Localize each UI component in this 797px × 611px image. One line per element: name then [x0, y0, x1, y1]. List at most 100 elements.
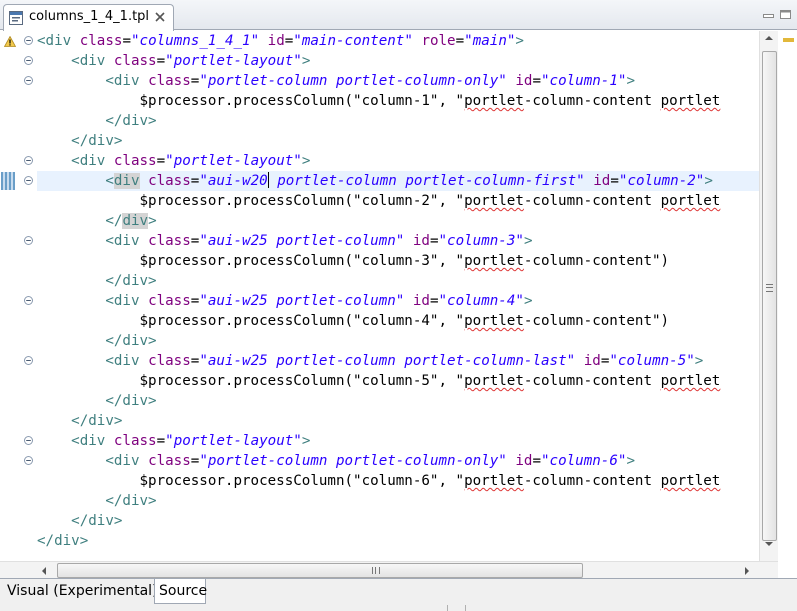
- collapse-icon[interactable]: [24, 156, 33, 165]
- code-token: "aui-w25 portlet-column portlet-column-l…: [199, 353, 576, 369]
- source-editor[interactable]: <div class="columns_1_4_1" id="main-cont…: [0, 31, 797, 578]
- code-token: =: [122, 33, 131, 49]
- code-token: class: [79, 33, 123, 49]
- vertical-scroll-thumb[interactable]: [762, 51, 777, 541]
- code-token: <div: [71, 433, 106, 449]
- code-token: <div: [37, 33, 72, 49]
- code-line[interactable]: </div>: [37, 391, 759, 411]
- code-line[interactable]: </div>: [37, 111, 759, 131]
- code-line[interactable]: </div>: [37, 411, 759, 431]
- code-token: class: [148, 173, 191, 189]
- horizontal-scrollbar[interactable]: [0, 561, 778, 578]
- code-token: $processor.processColumn("column-1", ": [139, 93, 465, 109]
- collapse-icon[interactable]: [24, 456, 33, 465]
- code-token: -column-content: [523, 473, 661, 489]
- code-line[interactable]: <div class="aui-w25 portlet-column" id="…: [37, 231, 759, 251]
- code-line[interactable]: $processor.processColumn("column-5", "po…: [37, 371, 759, 391]
- warning-overview-marker[interactable]: [783, 38, 794, 42]
- code-token: </: [105, 213, 123, 229]
- spelling-error: portlet: [660, 373, 721, 389]
- code-token: =: [455, 33, 465, 49]
- spelling-error: portlet: [464, 313, 524, 329]
- code-token: "column-1": [541, 73, 627, 89]
- code-line[interactable]: </div>: [37, 531, 759, 551]
- code-token: "column-2": [618, 173, 705, 189]
- code-token: </div>: [71, 413, 123, 429]
- warning-icon[interactable]: [4, 36, 16, 47]
- code-token: $processor.processColumn("column-2", ": [139, 193, 465, 209]
- code-token: id: [412, 293, 430, 309]
- horizontal-scroll-thumb[interactable]: [57, 563, 583, 578]
- code-line[interactable]: $processor.processColumn("column-1", "po…: [37, 91, 759, 111]
- code-line[interactable]: $processor.processColumn("column-6", "po…: [37, 471, 759, 491]
- collapse-icon[interactable]: [24, 56, 33, 65]
- code-line[interactable]: </div>: [37, 131, 759, 151]
- code-token: "portlet-layout": [165, 53, 302, 69]
- scroll-up-icon[interactable]: [764, 35, 774, 41]
- collapse-icon[interactable]: [24, 356, 33, 365]
- collapse-icon[interactable]: [24, 76, 33, 85]
- code-token: "column-6": [541, 453, 627, 469]
- scroll-left-icon[interactable]: [41, 566, 47, 576]
- spelling-error: portlet: [464, 193, 524, 209]
- collapse-icon[interactable]: [24, 296, 33, 305]
- code-token: "column-4": [438, 293, 524, 309]
- collapse-icon[interactable]: [24, 236, 33, 245]
- code-token: "portlet-column portlet-column-only": [199, 73, 507, 89]
- maximize-icon[interactable]: [779, 9, 792, 20]
- collapse-icon[interactable]: [24, 436, 33, 445]
- editor-tab[interactable]: columns_1_4_1.tpl: [3, 4, 174, 31]
- vertical-scrollbar[interactable]: [759, 31, 778, 561]
- spelling-error: portlet: [464, 93, 524, 109]
- code-token: $processor.processColumn("column-6", ": [139, 473, 465, 489]
- code-token: class: [113, 433, 157, 449]
- overview-ruler: [779, 31, 797, 578]
- scroll-right-icon[interactable]: [744, 566, 750, 576]
- tab-source[interactable]: Source: [154, 579, 207, 604]
- code-line[interactable]: </div>: [37, 331, 759, 351]
- code-token: <div: [105, 453, 140, 469]
- code-token: >: [148, 213, 157, 229]
- collapse-icon[interactable]: [24, 36, 33, 45]
- code-line[interactable]: <div class = "portlet-column portlet-colum…: [37, 451, 759, 471]
- code-line[interactable]: <div class="aui-w25 portlet-column portl…: [37, 351, 759, 371]
- spelling-error: portlet: [464, 473, 524, 489]
- code-line[interactable]: <div class="aui-w25 portlet-column" id="…: [37, 291, 759, 311]
- code-line[interactable]: </div>: [37, 211, 759, 231]
- scroll-down-icon[interactable]: [764, 541, 774, 547]
- code-line[interactable]: <div class="portlet-layout">: [37, 51, 759, 71]
- code-line[interactable]: <div class = "portlet-column portlet-colum…: [37, 71, 759, 91]
- code-line[interactable]: </div>: [37, 511, 759, 531]
- tab-visual[interactable]: Visual (Experimental): [3, 579, 158, 604]
- close-icon[interactable]: [154, 11, 166, 23]
- spelling-error: portlet: [660, 473, 721, 489]
- code-area[interactable]: <div class="columns_1_4_1" id="main-cont…: [37, 31, 759, 561]
- code-token: =: [284, 33, 294, 49]
- change-marker: [1, 172, 15, 190]
- code-line[interactable]: <div class="portlet-layout">: [37, 151, 759, 171]
- code-line[interactable]: $processor.processColumn("column-3", "po…: [37, 251, 759, 271]
- current-code-line[interactable]: <div class = "aui-w20 portlet-column portl…: [37, 171, 759, 191]
- code-line[interactable]: </div>: [37, 491, 759, 511]
- code-token: "columns_1_4_1": [130, 33, 260, 49]
- minimize-icon[interactable]: [762, 9, 775, 20]
- code-line[interactable]: </div>: [37, 271, 759, 291]
- code-token: >: [515, 33, 524, 49]
- code-token: >: [301, 153, 311, 169]
- code-token: "main-content": [293, 33, 413, 49]
- code-line[interactable]: $processor.processColumn("column-2", "po…: [37, 191, 759, 211]
- code-token: -column-content"): [523, 253, 670, 269]
- code-token: id: [593, 173, 611, 189]
- code-token: </div>: [71, 513, 123, 529]
- code-line[interactable]: <div class="columns_1_4_1" id="main-cont…: [37, 31, 759, 51]
- code-token: =: [610, 173, 619, 189]
- code-token: "portlet-layout": [165, 153, 302, 169]
- collapse-icon[interactable]: [24, 176, 33, 185]
- code-token: </div>: [37, 533, 89, 549]
- code-token: -column-content"): [523, 313, 670, 329]
- code-line[interactable]: $processor.processColumn("column-4", "po…: [37, 311, 759, 331]
- code-line[interactable]: <div class="portlet-layout">: [37, 431, 759, 451]
